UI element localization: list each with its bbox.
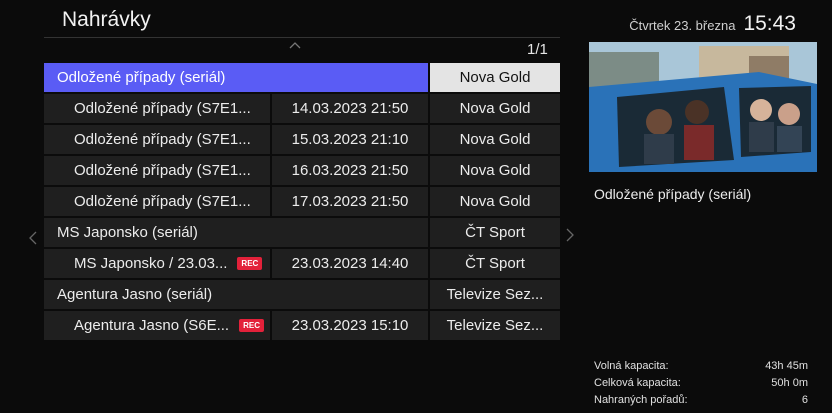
recording-title-text: Agentura Jasno (seriál) <box>57 286 213 303</box>
recording-title: MS Japonsko (seriál) <box>44 218 428 247</box>
list-item[interactable]: Odložené případy (S7E1... 17.03.2023 21:5… <box>44 187 560 216</box>
recording-title: Odložené případy (S7E1... <box>44 94 270 123</box>
recording-title-text: Odložené případy (S7E1... <box>74 100 251 117</box>
chevron-right-icon[interactable] <box>566 228 574 242</box>
recordings-screen: Nahrávky Čtvrtek 23. března 15:43 1/1 Od… <box>0 0 832 413</box>
recording-date: 17.03.2023 21:50 <box>270 187 428 216</box>
list-item[interactable]: Odložené případy (S7E1... 15.03.2023 21:1… <box>44 125 560 154</box>
recording-title: Agentura Jasno (S6E... REC <box>44 311 270 340</box>
list-item[interactable]: Odložené případy (S7E1... 16.03.2023 21:5… <box>44 156 560 185</box>
stat-free: Volná kapacita: 43h 45m <box>594 360 808 372</box>
recording-channel: Televize Sez... <box>428 311 560 340</box>
page-title: Nahrávky <box>62 8 151 31</box>
recording-date: 23.03.2023 14:40 <box>270 249 428 278</box>
recording-title-text: Odložené případy (S7E1... <box>74 162 251 179</box>
page-counter: 1/1 <box>527 41 548 58</box>
chevron-up-icon[interactable] <box>289 40 301 50</box>
recording-title: Odložené případy (S7E1... <box>44 156 270 185</box>
list-group-row[interactable]: Odložené případy (seriál) Nova Gold <box>44 63 560 92</box>
recording-title-text: MS Japonsko (seriál) <box>57 224 198 241</box>
list-item[interactable]: MS Japonsko / 23.03... REC 23.03.2023 14:4… <box>44 249 560 278</box>
recording-title-text: Odložené případy (S7E1... <box>74 193 251 210</box>
rec-badge: REC <box>237 257 263 270</box>
recording-title-text: Agentura Jasno (S6E... <box>74 317 230 334</box>
recording-channel: Nova Gold <box>428 63 560 92</box>
list-group-row[interactable]: MS Japonsko (seriál) ČT Sport <box>44 218 560 247</box>
storage-stats: Volná kapacita: 43h 45m Celková kapacita… <box>594 358 808 409</box>
chevron-left-icon[interactable] <box>29 231 37 245</box>
recording-channel: Televize Sez... <box>428 280 560 309</box>
recording-title: MS Japonsko / 23.03... REC <box>44 249 270 278</box>
stat-total: Celková kapacita: 50h 0m <box>594 377 808 389</box>
recording-title: Odložené případy (S7E1... <box>44 125 270 154</box>
header-divider <box>44 37 560 38</box>
recording-title-text: Odložené případy (seriál) <box>57 69 226 86</box>
list-item[interactable]: Agentura Jasno (S6E... REC 23.03.2023 15:1… <box>44 311 560 340</box>
recording-channel: Nova Gold <box>428 156 560 185</box>
recording-date: 23.03.2023 15:10 <box>270 311 428 340</box>
rec-badge: REC <box>239 319 264 332</box>
clock: 15:43 <box>743 12 796 35</box>
stat-count: Nahraných pořadů: 6 <box>594 394 808 406</box>
preview-title: Odložené případy (seriál) <box>594 186 752 202</box>
recordings-list: Odložené případy (seriál) Nova Gold Odlože… <box>44 63 560 342</box>
recording-channel: ČT Sport <box>428 249 560 278</box>
preview-thumbnail <box>589 42 817 172</box>
recording-channel: Nova Gold <box>428 94 560 123</box>
datetime: Čtvrtek 23. března 15:43 <box>629 12 796 36</box>
recording-title-text: MS Japonsko / 23.03... <box>74 255 228 272</box>
recording-channel: Nova Gold <box>428 187 560 216</box>
list-item[interactable]: Odložené případy (S7E1... 14.03.2023 21:5… <box>44 94 560 123</box>
recording-title: Odložené případy (seriál) <box>44 63 428 92</box>
recording-title: Agentura Jasno (seriál) <box>44 280 428 309</box>
recording-title-text: Odložené případy (S7E1... <box>74 131 251 148</box>
recording-date: 14.03.2023 21:50 <box>270 94 428 123</box>
recording-title: Odložené případy (S7E1... <box>44 187 270 216</box>
recording-channel: Nova Gold <box>428 125 560 154</box>
date-label: Čtvrtek 23. března <box>629 18 736 33</box>
list-group-row[interactable]: Agentura Jasno (seriál) Televize Sez... <box>44 280 560 309</box>
recording-channel: ČT Sport <box>428 218 560 247</box>
recording-date: 15.03.2023 21:10 <box>270 125 428 154</box>
recording-date: 16.03.2023 21:50 <box>270 156 428 185</box>
